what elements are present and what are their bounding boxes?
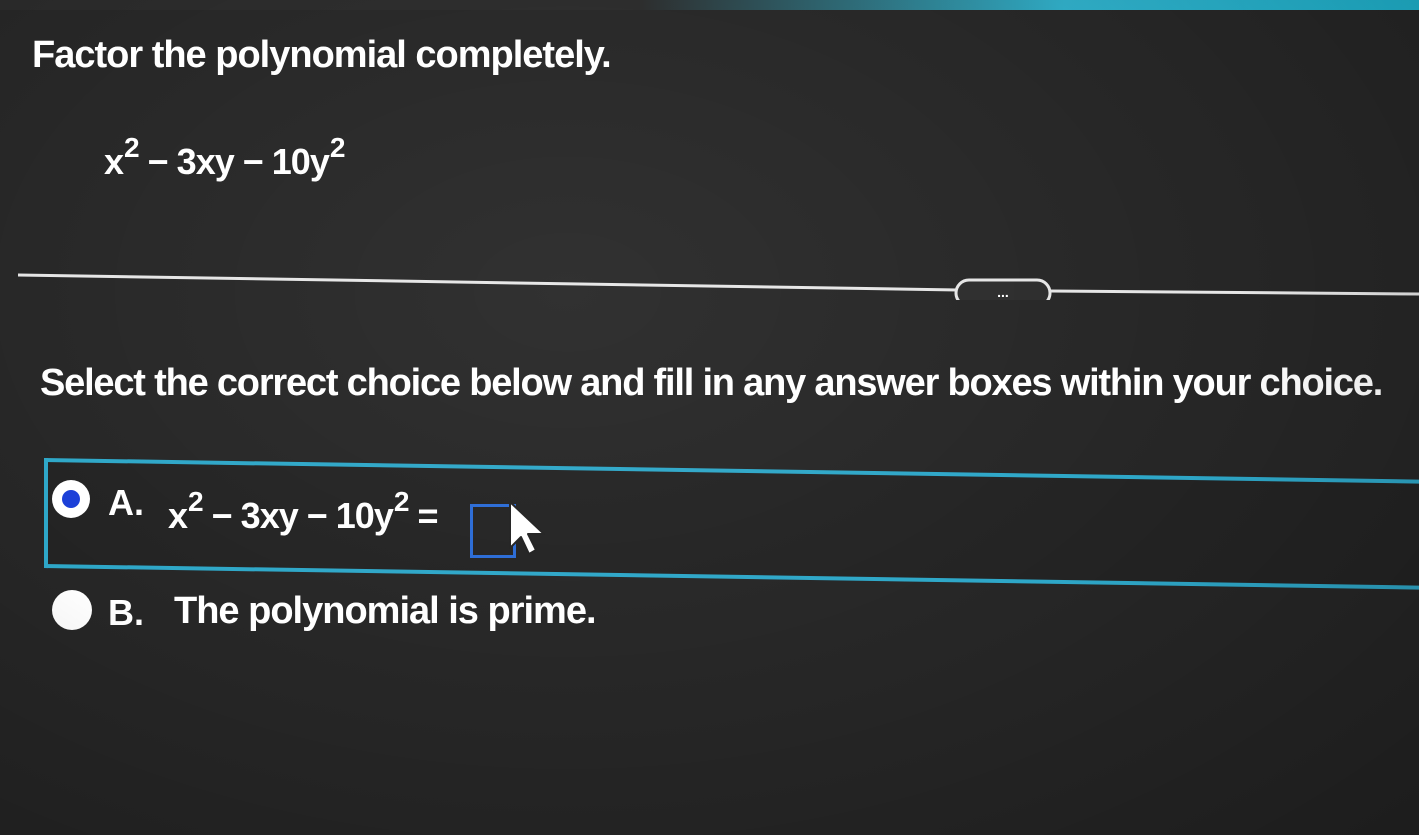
equals-sign: = bbox=[408, 495, 438, 536]
exponent: 2 bbox=[329, 131, 346, 163]
expand-label: ... bbox=[997, 284, 1009, 300]
exponent: 2 bbox=[188, 485, 204, 517]
section-divider: ... bbox=[18, 273, 1419, 300]
choice-b-radio[interactable] bbox=[52, 590, 92, 630]
radio-selected-dot bbox=[62, 490, 80, 508]
choice-b-letter: B. bbox=[108, 592, 144, 633]
ellipsis-expand-icon[interactable]: ... bbox=[954, 278, 1052, 300]
choice-a-expression: x2 − 3xy − 10y2 = bbox=[168, 486, 439, 537]
term-x: x bbox=[104, 141, 124, 182]
question-instruction: Factor the polynomial completely. bbox=[32, 34, 612, 76]
choice-b-text[interactable]: The polynomial is prime. bbox=[174, 590, 597, 633]
term-x: x bbox=[168, 495, 188, 536]
screen-vignette bbox=[0, 0, 1419, 835]
exponent: 2 bbox=[393, 485, 410, 517]
choice-a-letter: A. bbox=[108, 482, 144, 523]
choice-a-radio[interactable] bbox=[52, 480, 90, 518]
term-rest: − 3xy − 10y bbox=[138, 141, 330, 182]
term-rest: − 3xy − 10y bbox=[202, 495, 394, 536]
exponent: 2 bbox=[124, 131, 140, 163]
top-color-strip bbox=[0, 0, 1419, 10]
choice-prompt: Select the correct choice below and fill… bbox=[40, 362, 1383, 404]
question-polynomial: x2 − 3xy − 10y2 bbox=[104, 132, 345, 183]
mouse-pointer-icon bbox=[509, 501, 545, 555]
